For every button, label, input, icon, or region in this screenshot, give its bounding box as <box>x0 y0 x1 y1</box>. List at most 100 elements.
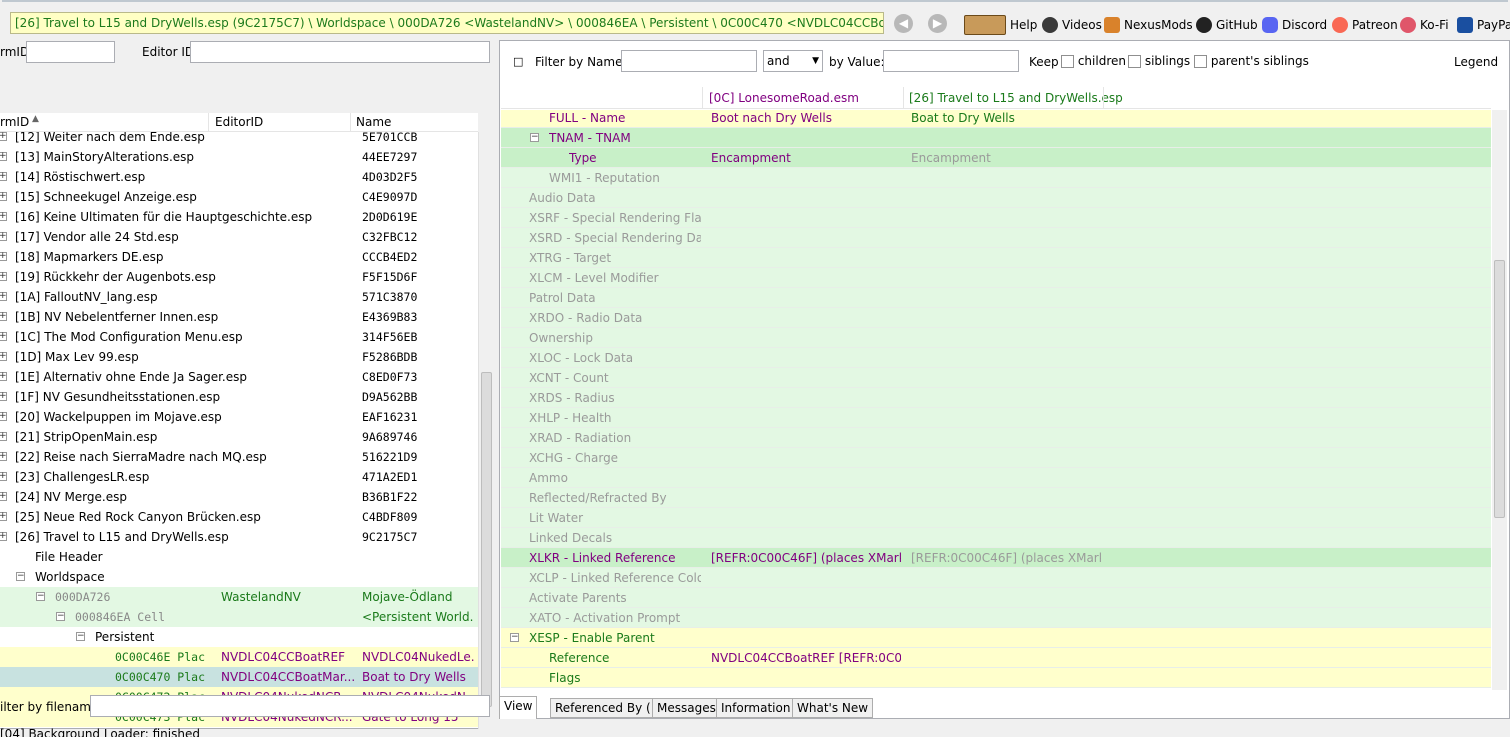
patreon-link[interactable]: Patreon <box>1332 14 1398 36</box>
tree-row[interactable]: + [18] Mapmarkers DE.esp CCCB4ED2 <box>0 247 478 267</box>
expand-icon[interactable]: + <box>0 532 7 541</box>
col-editorid[interactable]: EditorID <box>215 115 263 129</box>
tree-row[interactable]: − Persistent <box>0 627 478 647</box>
expand-icon[interactable]: + <box>0 232 7 241</box>
view-row[interactable]: FULL - Name Boot nach Dry Wells Boat to Dr… <box>501 110 1491 128</box>
collapse-icon[interactable]: − <box>56 612 65 621</box>
view-row[interactable]: Ammo <box>501 468 1491 488</box>
view-row[interactable]: XSRF - Special Rendering Flags <box>501 208 1491 228</box>
col-travel-plugin[interactable]: [26] Travel to L15 and DryWells.esp <box>909 91 1123 105</box>
view-row-value-plugin[interactable]: Encampment <box>911 148 1101 168</box>
expand-icon[interactable]: + <box>0 352 7 361</box>
children-checkbox[interactable]: children <box>1061 54 1126 68</box>
expand-icon[interactable]: + <box>0 212 7 221</box>
tree-row[interactable]: + [1D] Max Lev 99.esp F5286BDB <box>0 347 478 367</box>
tree-row[interactable]: + [13] MainStoryAlterations.esp 44EE7297 <box>0 147 478 167</box>
tree-row[interactable]: + [12] Weiter nach dem Ende.esp 5E701CCB <box>0 132 478 147</box>
legend-button[interactable]: Legend <box>1454 55 1498 69</box>
tree-row[interactable]: 0C00C46E Plac NVDLC04CCBoatREF NVDLC04Nuke… <box>0 647 478 667</box>
filter-name-input[interactable] <box>621 50 757 72</box>
tree-row[interactable]: + [1F] NV Gesundheitsstationen.esp D9A562B… <box>0 387 478 407</box>
view-row-value-master[interactable]: Boot nach Dry Wells <box>711 110 901 128</box>
editorid-input[interactable] <box>190 41 490 63</box>
view-row[interactable]: XRDO - Radio Data <box>501 308 1491 328</box>
expand-icon[interactable]: + <box>0 332 7 341</box>
view-row[interactable]: XLKR - Linked Reference [REFR:0C00C46F] (… <box>501 548 1491 568</box>
siblings-checkbox[interactable]: siblings <box>1128 54 1190 68</box>
tree-row[interactable]: + [1C] The Mod Configuration Menu.esp 314F… <box>0 327 478 347</box>
view-row[interactable]: XLCM - Level Modifier <box>501 268 1491 288</box>
help-link[interactable]: Help <box>964 14 1037 36</box>
tree-row[interactable]: + [22] Reise nach SierraMadre nach MQ.esp… <box>0 447 478 467</box>
view-scrollbar[interactable] <box>1492 110 1507 690</box>
expand-icon[interactable]: + <box>0 312 7 321</box>
view-row[interactable]: Patrol Data <box>501 288 1491 308</box>
tree-row[interactable]: + [1B] NV Nebelentferner Innen.esp E4369B8… <box>0 307 478 327</box>
view-row[interactable]: XCLP - Linked Reference Color <box>501 568 1491 588</box>
view-row[interactable]: XHLP - Health <box>501 408 1491 428</box>
tab-referenced-by[interactable]: Referenced By (1) <box>550 698 669 718</box>
view-row[interactable]: − XESP - Enable Parent <box>501 628 1491 648</box>
scroll-thumb[interactable] <box>481 372 492 707</box>
view-row-value-master[interactable]: NVDLC04CCBoatREF [REFR:0C00... <box>711 648 901 668</box>
tree-row[interactable]: + [14] Röstischwert.esp 4D03D2F5 <box>0 167 478 187</box>
view-row[interactable]: Reference NVDLC04CCBoatREF [REFR:0C00... <box>501 648 1491 668</box>
pin-icon[interactable]: □ <box>513 55 523 68</box>
expand-icon[interactable]: + <box>0 132 7 141</box>
view-row[interactable]: XLOC - Lock Data <box>501 348 1491 368</box>
col-name[interactable]: Name <box>356 115 391 129</box>
view-row[interactable]: XATO - Activation Prompt <box>501 608 1491 628</box>
collapse-icon[interactable]: − <box>16 572 25 581</box>
kofi-link[interactable]: Ko-Fi <box>1400 14 1449 36</box>
formid-input[interactable] <box>26 41 115 63</box>
view-row[interactable]: Lit Water <box>501 508 1491 528</box>
view-row-value-plugin[interactable]: [REFR:0C00C46F] (places XMarke... <box>911 548 1101 568</box>
expand-icon[interactable]: + <box>0 172 7 181</box>
tab-information[interactable]: Information <box>716 698 796 718</box>
tree-row[interactable]: + [20] Wackelpuppen im Mojave.esp EAF16231 <box>0 407 478 427</box>
tree-row[interactable]: + [17] Vendor alle 24 Std.esp C32FBC12 <box>0 227 478 247</box>
collapse-icon[interactable]: − <box>510 633 519 642</box>
expand-icon[interactable]: + <box>0 192 7 201</box>
github-link[interactable]: GitHub <box>1196 14 1258 36</box>
tree-row[interactable]: + [19] Rückkehr der Augenbots.esp F5F15D6F <box>0 267 478 287</box>
view-row[interactable]: XCNT - Count <box>501 368 1491 388</box>
expand-icon[interactable]: + <box>0 292 7 301</box>
view-row[interactable]: Activate Parents <box>501 588 1491 608</box>
tree-row[interactable]: + [1A] FalloutNV_lang.esp 571C3870 <box>0 287 478 307</box>
tree-row[interactable]: − 000846EA Cell <Persistent World... <box>0 607 478 627</box>
view-row[interactable]: Flags <box>501 668 1491 688</box>
paypal-link[interactable]: PayPal <box>1457 14 1510 36</box>
expand-icon[interactable]: + <box>0 492 7 501</box>
tree-row[interactable]: File Header <box>0 547 478 567</box>
and-or-select[interactable]: and ▼ <box>763 50 823 72</box>
expand-icon[interactable]: + <box>0 472 7 481</box>
view-row[interactable]: Type Encampment Encampment <box>501 148 1491 168</box>
tree-row[interactable]: + [21] StripOpenMain.esp 9A689746 <box>0 427 478 447</box>
view-row-value-master[interactable]: Encampment <box>711 148 901 168</box>
arrow-right-icon[interactable]: ▶ <box>928 14 947 33</box>
tree-row[interactable]: + [16] Keine Ultimaten für die Hauptgesch… <box>0 207 478 227</box>
view-row[interactable]: Reflected/Refracted By <box>501 488 1491 508</box>
tab-messages[interactable]: Messages <box>652 698 721 718</box>
tree-row[interactable]: + [23] ChallengesLR.esp 471A2ED1 <box>0 467 478 487</box>
tree-row[interactable]: + [15] Schneekugel Anzeige.esp C4E9097D <box>0 187 478 207</box>
expand-icon[interactable]: + <box>0 412 7 421</box>
view-row[interactable]: Linked Decals <box>501 528 1491 548</box>
view-row[interactable]: WMI1 - Reputation <box>501 168 1491 188</box>
expand-icon[interactable]: + <box>0 432 7 441</box>
scroll-thumb[interactable] <box>1494 260 1505 518</box>
tree-row[interactable]: + [1E] Alternativ ohne Ende Ja Sager.esp C… <box>0 367 478 387</box>
tab-whats-new[interactable]: What's New <box>792 698 874 718</box>
col-lonesomeroad[interactable]: [0C] LonesomeRoad.esm <box>709 91 859 105</box>
view-row[interactable]: XRAD - Radiation <box>501 428 1491 448</box>
view-row[interactable]: Audio Data <box>501 188 1491 208</box>
collapse-icon[interactable]: − <box>36 592 45 601</box>
expand-icon[interactable]: + <box>0 512 7 521</box>
view-row[interactable]: XTRG - Target <box>501 248 1491 268</box>
view-row[interactable]: XCHG - Charge <box>501 448 1491 468</box>
tree-row[interactable]: 0C00C470 Plac NVDLC04CCBoatMar... Boat to … <box>0 667 478 687</box>
view-row[interactable]: Ownership <box>501 328 1491 348</box>
expand-icon[interactable]: + <box>0 252 7 261</box>
record-path-field[interactable]: [26] Travel to L15 and DryWells.esp (9C2… <box>10 12 884 34</box>
